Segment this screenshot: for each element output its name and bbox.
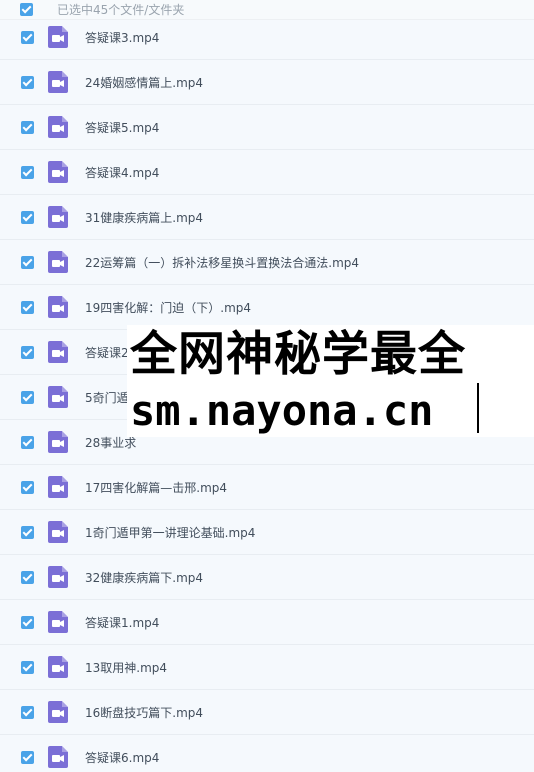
file-checkbox[interactable] xyxy=(21,660,34,674)
video-file-icon xyxy=(48,26,68,48)
video-file-icon xyxy=(48,656,68,678)
file-checkbox[interactable] xyxy=(21,525,34,539)
video-file-icon xyxy=(48,116,68,138)
selection-header: 已选中45个文件/文件夹 xyxy=(0,0,534,20)
selection-count-text: 已选中45个文件/文件夹 xyxy=(57,3,185,17)
video-file-icon xyxy=(48,431,68,453)
select-all-checkbox[interactable] xyxy=(20,3,33,16)
file-row[interactable]: 19四害化解：门迫（下）.mp4 xyxy=(0,285,534,330)
file-name[interactable]: 1奇门遁甲第一讲理论基础.mp4 xyxy=(85,524,255,541)
file-checkbox[interactable] xyxy=(21,570,34,584)
file-name[interactable]: 答疑课2 xyxy=(85,344,129,361)
file-checkbox[interactable] xyxy=(21,165,34,179)
video-file-icon xyxy=(48,161,68,183)
file-row[interactable]: 32健康疾病篇下.mp4 xyxy=(0,555,534,600)
video-file-icon xyxy=(48,746,68,768)
file-row[interactable]: 1奇门遁甲第一讲理论基础.mp4 xyxy=(0,510,534,555)
file-checkbox[interactable] xyxy=(21,75,34,89)
video-file-icon xyxy=(48,251,68,273)
file-row[interactable]: 答疑课1.mp4 xyxy=(0,600,534,645)
watermark-overlay: 全网神秘学最全 sm.nayona.cn xyxy=(127,325,534,437)
file-name[interactable]: 答疑课6.mp4 xyxy=(85,749,159,766)
file-name[interactable]: 32健康疾病篇下.mp4 xyxy=(85,569,203,586)
file-name[interactable]: 5奇门遁 xyxy=(85,389,129,406)
file-checkbox[interactable] xyxy=(21,300,34,314)
video-file-icon xyxy=(48,386,68,408)
file-row[interactable]: 16断盘技巧篇下.mp4 xyxy=(0,690,534,735)
file-checkbox[interactable] xyxy=(21,615,34,629)
file-name[interactable]: 24婚姻感情篇上.mp4 xyxy=(85,74,203,91)
file-name[interactable]: 16断盘技巧篇下.mp4 xyxy=(85,704,203,721)
file-row[interactable]: 答疑课6.mp4 xyxy=(0,735,534,772)
video-file-icon xyxy=(48,71,68,93)
video-file-icon xyxy=(48,296,68,318)
file-checkbox[interactable] xyxy=(21,435,34,449)
video-file-icon xyxy=(48,611,68,633)
file-checkbox[interactable] xyxy=(21,705,34,719)
file-name[interactable]: 22运筹篇（一）拆补法移星换斗置换法合通法.mp4 xyxy=(85,254,359,271)
file-row[interactable]: 24婚姻感情篇上.mp4 xyxy=(0,60,534,105)
file-list-page: 答疑课3.mp4 24婚姻感情篇上.mp4 答疑课5.mp4 答疑课4.mp4 31健康… xyxy=(0,0,534,772)
video-file-icon xyxy=(48,521,68,543)
file-checkbox[interactable] xyxy=(21,120,34,134)
file-checkbox[interactable] xyxy=(21,480,34,494)
file-name[interactable]: 答疑课4.mp4 xyxy=(85,164,159,181)
file-checkbox[interactable] xyxy=(21,390,34,404)
file-name[interactable]: 答疑课1.mp4 xyxy=(85,614,159,631)
video-file-icon xyxy=(48,341,68,363)
file-checkbox[interactable] xyxy=(21,750,34,764)
watermark-url: sm.nayona.cn xyxy=(130,386,434,435)
file-row[interactable]: 答疑课4.mp4 xyxy=(0,150,534,195)
file-row[interactable]: 答疑课5.mp4 xyxy=(0,105,534,150)
file-checkbox[interactable] xyxy=(21,210,34,224)
file-name[interactable]: 17四害化解篇—击邢.mp4 xyxy=(85,479,227,496)
file-checkbox[interactable] xyxy=(21,30,34,44)
text-cursor xyxy=(477,383,479,433)
file-name[interactable]: 19四害化解：门迫（下）.mp4 xyxy=(85,299,251,316)
file-name[interactable]: 31健康疾病篇上.mp4 xyxy=(85,209,203,226)
file-row[interactable]: 13取用神.mp4 xyxy=(0,645,534,690)
file-row[interactable]: 17四害化解篇—击邢.mp4 xyxy=(0,465,534,510)
file-row[interactable]: 答疑课3.mp4 xyxy=(0,15,534,60)
file-name[interactable]: 答疑课3.mp4 xyxy=(85,29,159,46)
file-name[interactable]: 13取用神.mp4 xyxy=(85,659,167,676)
file-checkbox[interactable] xyxy=(21,345,34,359)
file-row[interactable]: 31健康疾病篇上.mp4 xyxy=(0,195,534,240)
video-file-icon xyxy=(48,566,68,588)
watermark-title: 全网神秘学最全 xyxy=(130,327,466,382)
file-row[interactable]: 22运筹篇（一）拆补法移星换斗置换法合通法.mp4 xyxy=(0,240,534,285)
file-name[interactable]: 答疑课5.mp4 xyxy=(85,119,159,136)
video-file-icon xyxy=(48,476,68,498)
video-file-icon xyxy=(48,701,68,723)
video-file-icon xyxy=(48,206,68,228)
file-checkbox[interactable] xyxy=(21,255,34,269)
